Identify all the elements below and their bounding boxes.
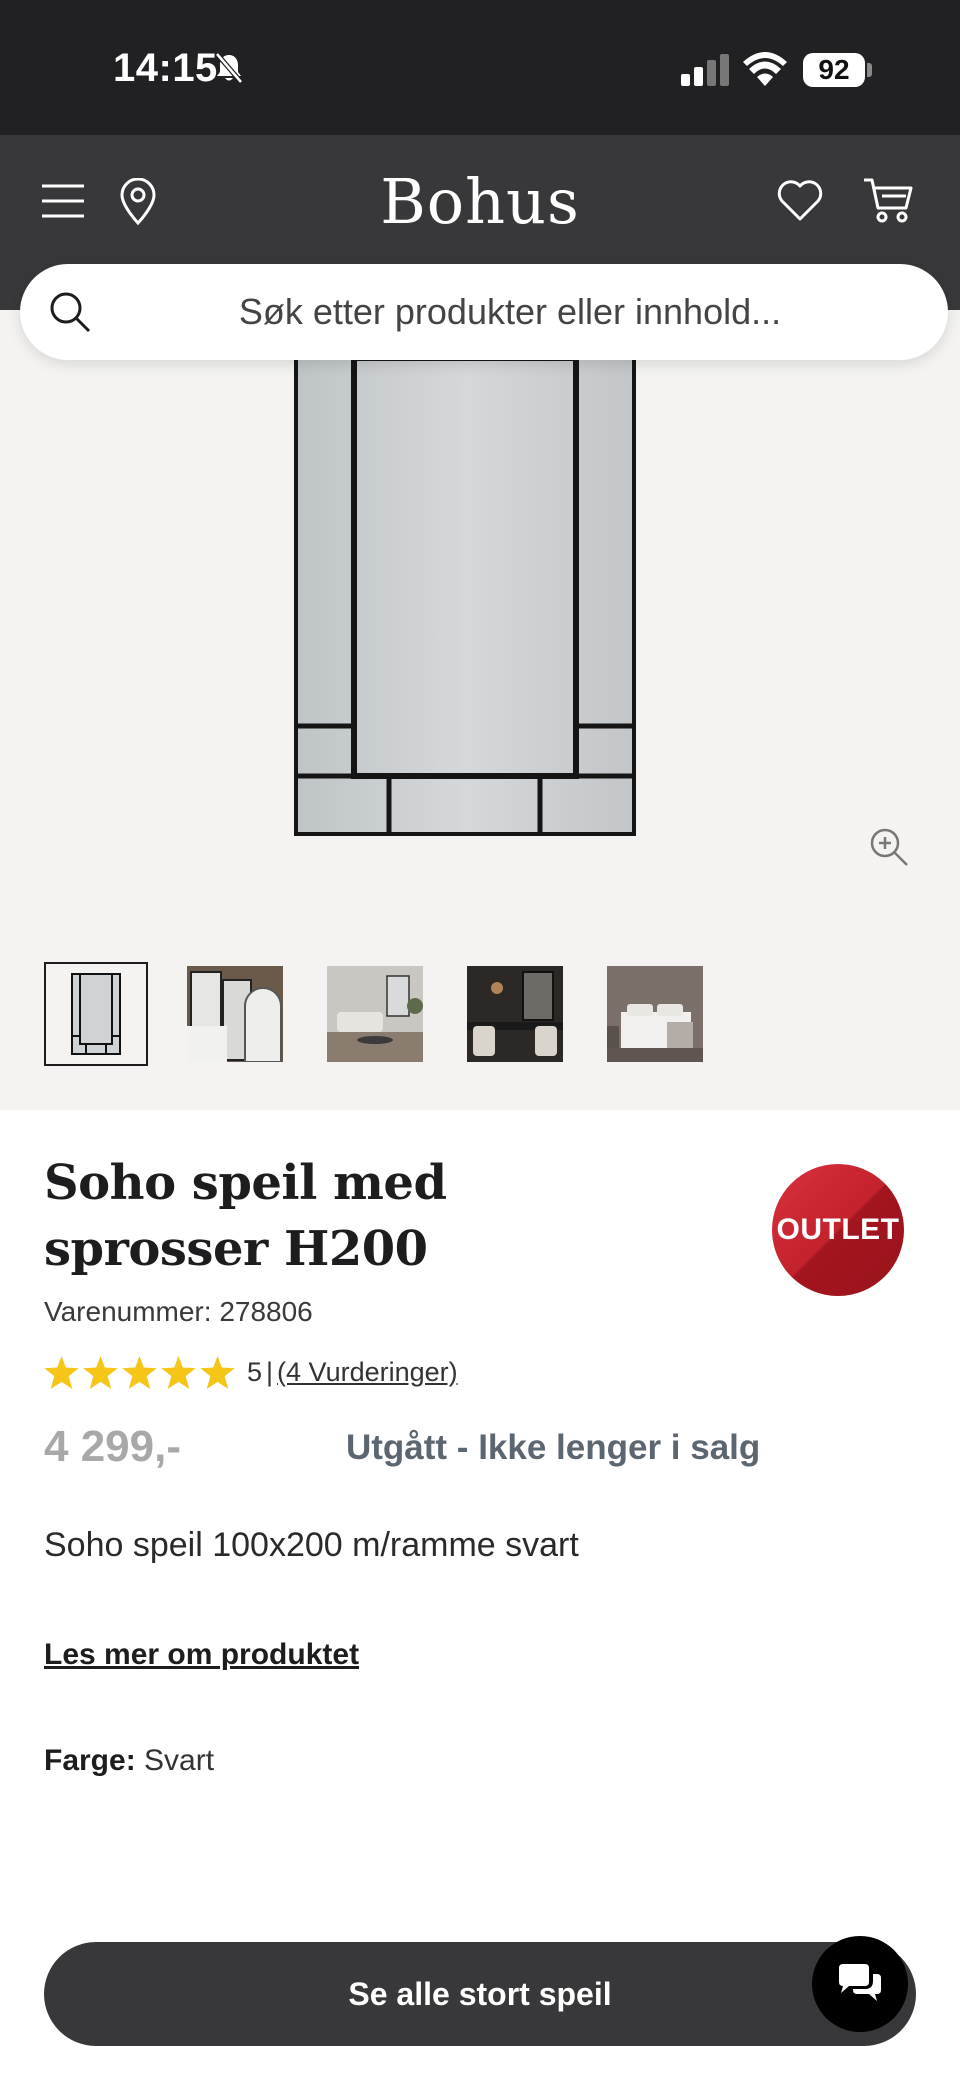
thumbnail-mirror-front[interactable] — [44, 962, 148, 1066]
outlet-badge: OUTLET — [772, 1164, 904, 1296]
status-time: 14:15 — [113, 46, 218, 90]
battery-tip — [867, 63, 872, 77]
star-icon — [161, 1355, 196, 1389]
chat-button[interactable] — [812, 1936, 908, 2032]
thumbnail-bedroom[interactable] — [607, 966, 703, 1062]
battery-icon: 92 — [803, 53, 865, 87]
product-rating: 5 | (4 Vurderinger) — [44, 1352, 458, 1392]
cart-icon[interactable] — [862, 176, 914, 229]
thumbnail-dining-room[interactable] — [467, 966, 563, 1062]
availability-status: Utgått - Ikke lenger i salg — [346, 1428, 761, 1467]
reviews-link[interactable]: (4 Vurderinger) — [277, 1357, 458, 1388]
color-info: Farge: Svart — [44, 1744, 214, 1778]
thumbnail-mirrors-group[interactable] — [187, 966, 283, 1062]
search-input[interactable] — [130, 290, 890, 334]
menu-icon[interactable] — [40, 182, 86, 225]
chat-bubbles-icon — [839, 1964, 881, 2001]
product-gallery — [0, 310, 960, 1110]
product-title: Soho speil med sprosser H200 — [44, 1155, 447, 1277]
signal-icon — [681, 54, 731, 91]
color-value: Svart — [144, 1744, 215, 1777]
bell-slash-icon — [214, 52, 244, 89]
product-sku: Varenummer: 278806 — [44, 1296, 313, 1327]
color-label: Farge: — [44, 1744, 136, 1777]
star-icon — [122, 1355, 157, 1389]
read-more-link[interactable]: Les mer om produktet — [44, 1638, 359, 1672]
zoom-in-icon[interactable] — [868, 826, 910, 873]
wifi-icon — [743, 50, 787, 91]
star-icon — [83, 1355, 118, 1389]
star-icon — [44, 1355, 79, 1389]
rating-separator: | — [266, 1356, 274, 1387]
thumbnail-living-room[interactable] — [327, 966, 423, 1062]
rating-stars — [44, 1355, 235, 1389]
main-product-image[interactable] — [294, 355, 636, 841]
search-bar[interactable] — [20, 264, 948, 360]
location-pin-icon[interactable] — [118, 177, 158, 231]
rating-score: 5 — [247, 1356, 263, 1387]
star-icon — [200, 1355, 235, 1389]
product-short-description: Soho speil 100x200 m/ramme svart — [44, 1526, 579, 1564]
search-icon[interactable] — [48, 290, 92, 339]
status-bar: 14:15 92 — [0, 0, 960, 135]
brand-logo[interactable]: Bohus — [330, 165, 630, 238]
heart-icon[interactable] — [776, 178, 824, 227]
product-price: 4 299,- — [44, 1422, 181, 1471]
see-all-mirrors-button[interactable]: Se alle stort speil — [44, 1942, 916, 2046]
